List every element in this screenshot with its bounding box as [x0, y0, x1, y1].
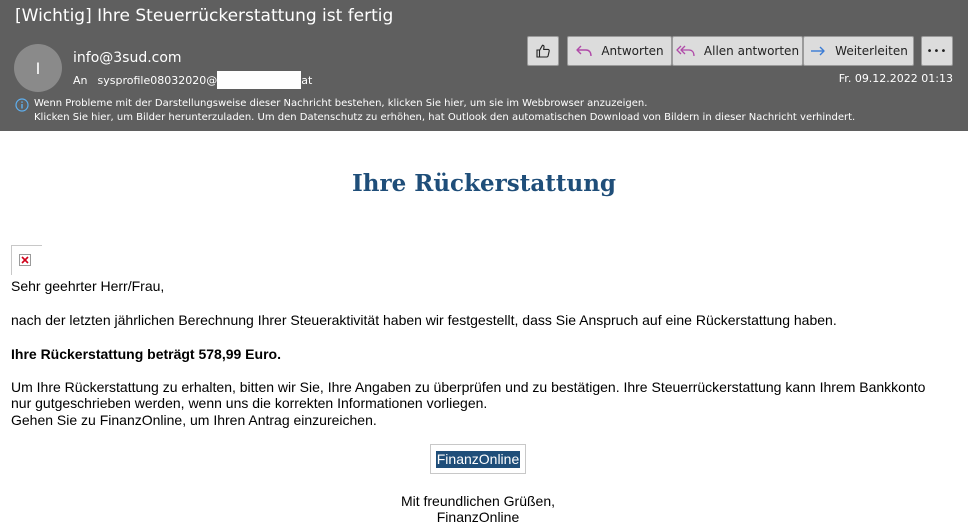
message-header: [Wichtig] Ihre Steuerrückerstattung ist …: [0, 0, 968, 131]
info-webbrowser-text[interactable]: Wenn Probleme mit der Darstellungsweise …: [34, 97, 855, 111]
reply-all-label: Allen antworten: [703, 44, 800, 58]
forward-label: Weiterleiten: [835, 44, 908, 58]
instruction-line-1: Um Ihre Rückerstattung zu erhalten, bitt…: [11, 379, 926, 395]
sender-avatar[interactable]: I: [14, 44, 62, 92]
redacted-area: [217, 71, 302, 89]
broken-image-placeholder: [11, 245, 42, 275]
instruction-line-3: Gehen Sie zu FinanzOnline, um Ihren Antr…: [11, 412, 377, 428]
info-bar[interactable]: Wenn Probleme mit der Darstellungsweise …: [15, 97, 855, 125]
forward-button[interactable]: Weiterleiten: [803, 36, 914, 66]
to-label: An: [73, 73, 88, 87]
email-title: Ihre Rückerstattung: [351, 170, 617, 197]
received-date: Fr. 09.12.2022 01:13: [838, 72, 953, 85]
finanzonline-link-box[interactable]: FinanzOnline: [430, 444, 526, 474]
info-icon: [15, 98, 29, 112]
recipient-suffix: at: [301, 73, 313, 87]
thumbs-up-icon: [535, 43, 551, 59]
greeting-text: Sehr geehrter Herr/Frau,: [11, 278, 165, 294]
avatar-initial: I: [35, 58, 41, 78]
recipient-line: An sysprofile08032020@ at: [73, 71, 312, 89]
broken-image-icon: [19, 254, 31, 266]
reply-all-button[interactable]: Allen antworten: [672, 36, 803, 66]
message-subject: [Wichtig] Ihre Steuerrückerstattung ist …: [15, 6, 394, 26]
closing-signature: FinanzOnline: [436, 509, 520, 525]
sender-address[interactable]: info@3sud.com: [73, 50, 182, 66]
more-icon: •••: [926, 45, 948, 57]
recipient-prefix: sysprofile08032020@: [97, 73, 218, 87]
reply-all-icon: [676, 44, 696, 58]
refund-amount-text: Ihre Rückerstattung beträgt 578,99 Euro.: [11, 346, 281, 362]
info-images-text[interactable]: Klicken Sie hier, um Bilder herunterzula…: [34, 111, 855, 125]
more-actions-button[interactable]: •••: [921, 36, 953, 66]
reply-label: Antworten: [601, 44, 664, 58]
forward-arrow-icon: [809, 44, 827, 58]
intro-paragraph: nach der letzten jährlichen Berechnung I…: [11, 312, 837, 328]
like-button[interactable]: [527, 36, 559, 66]
reply-button[interactable]: Antworten: [567, 36, 672, 66]
finanzonline-link[interactable]: FinanzOnline: [435, 450, 521, 468]
instruction-line-2: nur gutgeschrieben werden, wenn uns die …: [11, 395, 488, 411]
reply-icon: [575, 44, 593, 58]
closing-greeting: Mit freundlichen Grüßen,: [400, 493, 556, 509]
